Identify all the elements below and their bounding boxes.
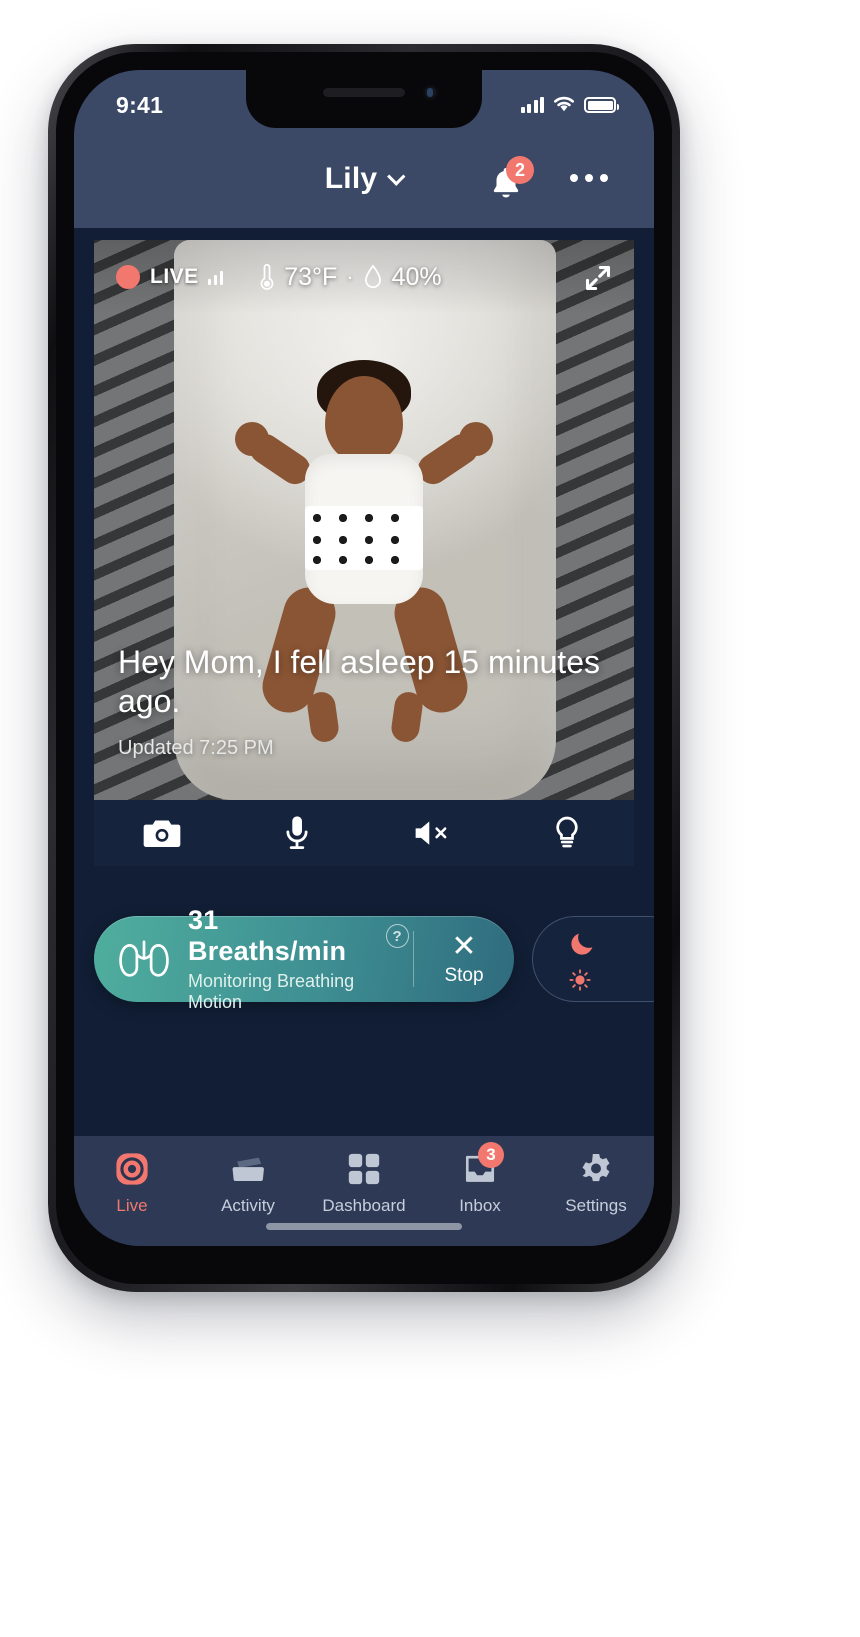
night-light-button[interactable] (499, 800, 634, 866)
phone-screen: 9:41 Lily 2 LIVE 73°F · 40% Hey Mom, I f… (74, 70, 654, 1246)
inbox-badge: 3 (478, 1142, 504, 1168)
breathing-rate-value: 31 Breaths/min (188, 905, 347, 966)
caption-updated-time: Updated 7:25 PM (118, 737, 274, 759)
front-camera-icon (423, 85, 438, 100)
mute-speaker-button[interactable] (364, 800, 499, 866)
phone-bezel: 9:41 Lily 2 LIVE 73°F · 40% Hey Mom, I f… (56, 52, 672, 1284)
lungs-icon (119, 940, 169, 977)
inbox-tray-icon: 3 (460, 1142, 504, 1188)
more-options-button[interactable] (570, 174, 608, 182)
notifications-button[interactable]: 2 (486, 156, 534, 204)
thermometer-icon (260, 263, 274, 290)
tab-label: Inbox (459, 1196, 501, 1215)
live-video-feed[interactable]: LIVE 73°F · 40% Hey Mom, I fell asleep 1… (94, 240, 634, 800)
video-control-bar (94, 800, 634, 866)
microphone-icon (285, 816, 308, 850)
moon-icon (571, 933, 593, 955)
more-dot (585, 174, 593, 182)
grid-squares-icon (344, 1150, 384, 1188)
night-mode-card[interactable] (532, 916, 654, 1002)
breathing-subtitle: Monitoring Breathing Motion (188, 971, 355, 1012)
wifi-icon (554, 96, 574, 112)
live-target-icon (112, 1150, 152, 1188)
close-x-icon: ✕ (451, 929, 477, 963)
child-selector-button[interactable]: Lily (324, 162, 406, 196)
water-drop-icon (364, 264, 381, 288)
tab-label: Dashboard (322, 1196, 406, 1215)
status-time: 9:41 (116, 92, 164, 118)
notification-badge: 2 (506, 156, 534, 184)
breathing-title-row: 31 Breaths/min ? (188, 905, 409, 967)
tab-dashboard[interactable]: Dashboard (306, 1150, 422, 1216)
camera-icon (143, 820, 180, 847)
home-indicator[interactable] (266, 1223, 462, 1230)
more-dot (570, 174, 578, 182)
chevron-down-icon (387, 166, 406, 186)
talk-microphone-button[interactable] (229, 800, 364, 866)
page-title: Lily (324, 162, 378, 195)
gear-icon (576, 1150, 616, 1188)
tab-inbox[interactable]: 3 Inbox (422, 1142, 538, 1216)
environment-readout: 73°F · 40% (259, 262, 442, 292)
tab-label: Settings (565, 1196, 627, 1215)
sun-icon (569, 969, 591, 991)
live-indicator-dot (116, 265, 140, 289)
tab-label: Live (116, 1196, 148, 1215)
tab-live[interactable]: Live (74, 1150, 190, 1216)
camera-snapshot-button[interactable] (94, 800, 229, 866)
caption-message: Hey Mom, I fell asleep 15 minutes ago. (118, 643, 600, 719)
video-caption-block: Hey Mom, I fell asleep 15 minutes ago. U… (118, 643, 610, 760)
app-header: Lily 2 (74, 132, 654, 228)
tab-activity[interactable]: Activity (190, 1150, 306, 1216)
earpiece-speaker (323, 88, 405, 97)
status-indicators (520, 92, 619, 113)
tab-settings[interactable]: Settings (538, 1150, 654, 1216)
breathing-text-block: 31 Breaths/min ? Monitoring Breathing Mo… (188, 905, 409, 1013)
readout-separator: · (346, 264, 354, 289)
stop-monitoring-button[interactable]: ✕ Stop (414, 929, 514, 987)
phone-device-frame: 9:41 Lily 2 LIVE 73°F · 40% Hey Mom, I f… (48, 44, 680, 1292)
video-status-overlay: LIVE 73°F · 40% (94, 240, 634, 314)
speaker-muted-icon (415, 821, 446, 845)
tab-label: Activity (221, 1196, 275, 1215)
signal-bars-icon (520, 96, 544, 113)
temperature-value: 73°F (284, 262, 338, 291)
live-label: LIVE (150, 265, 199, 288)
help-info-icon[interactable]: ? (385, 924, 409, 948)
more-dot (600, 174, 608, 182)
stop-label: Stop (444, 964, 484, 986)
battery-full-icon (584, 97, 619, 113)
expand-fullscreen-icon[interactable] (584, 264, 612, 292)
lightbulb-icon (555, 816, 578, 848)
signal-bars-icon (207, 270, 224, 285)
breathing-monitor-card[interactable]: 31 Breaths/min ? Monitoring Breathing Mo… (94, 905, 514, 1012)
humidity-value: 40% (391, 262, 442, 291)
device-notch (246, 70, 482, 128)
activity-card-icon (228, 1150, 268, 1188)
